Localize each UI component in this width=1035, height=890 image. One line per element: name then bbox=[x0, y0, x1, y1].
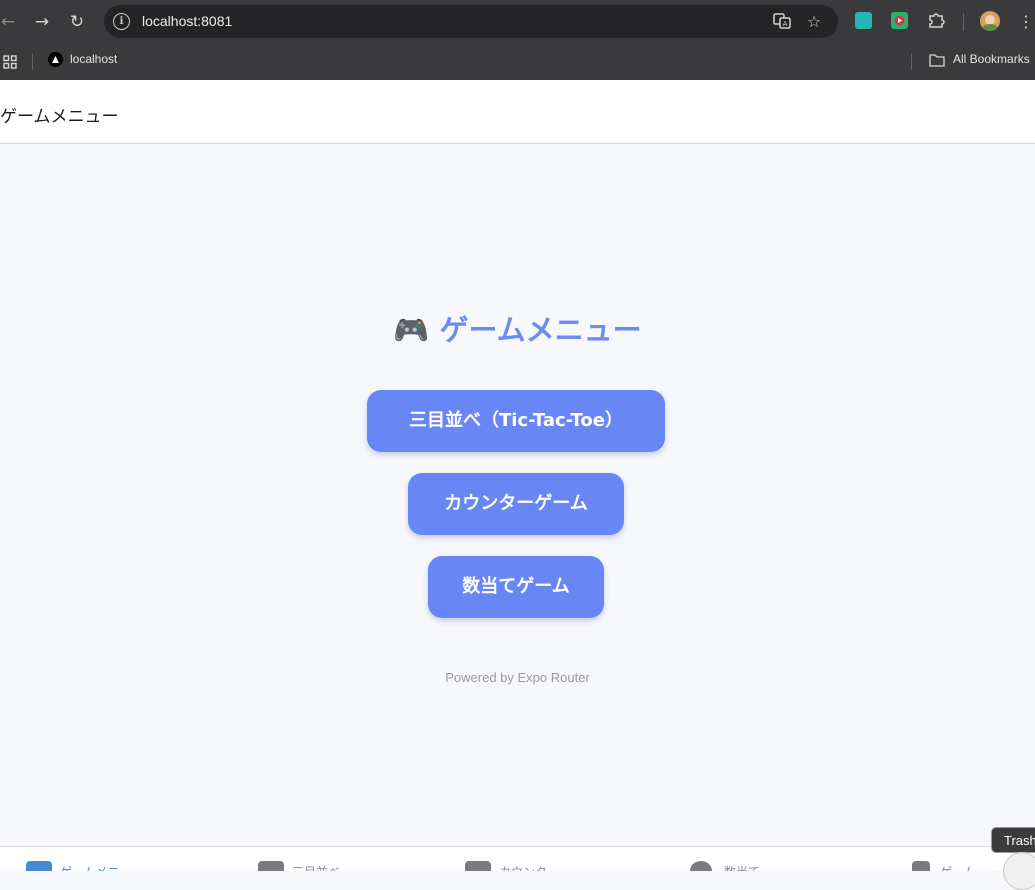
tic-tac-toe-button[interactable]: 三目並べ（Tic-Tac-Toe） bbox=[367, 390, 665, 452]
video-extension-icon[interactable] bbox=[891, 12, 908, 29]
toolbar-divider bbox=[963, 13, 964, 31]
svg-text:A: A bbox=[783, 20, 788, 28]
more-menu-icon[interactable]: ⋮ bbox=[1014, 10, 1035, 34]
address-url[interactable]: localhost:8081 bbox=[142, 13, 232, 29]
number-guess-button[interactable]: 数当てゲーム bbox=[428, 556, 604, 618]
floating-action-button[interactable] bbox=[1003, 852, 1035, 890]
reload-icon[interactable]: ↻ bbox=[65, 10, 89, 34]
forward-arrow-icon[interactable]: → bbox=[30, 10, 54, 34]
address-bar[interactable]: i localhost:8081 A ☆ bbox=[104, 5, 838, 38]
folder-icon bbox=[929, 52, 945, 71]
bookmark-localhost[interactable]: localhost bbox=[70, 52, 117, 66]
site-info-icon[interactable]: i bbox=[113, 13, 130, 30]
powered-by-text: Powered by Expo Router bbox=[445, 670, 590, 685]
extensions-puzzle-icon[interactable] bbox=[926, 11, 946, 31]
header-title: ゲームメニュー bbox=[0, 107, 119, 127]
browser-toolbar: ← → ↻ i localhost:8081 A ☆ ⋮ bbox=[0, 0, 1035, 44]
bottom-tab-bar: ゲームメニ 三目並べ カウンタ 数当て ゲーム bbox=[0, 846, 1035, 871]
bookmarks-divider-right bbox=[911, 53, 912, 69]
profile-avatar[interactable] bbox=[980, 11, 1000, 31]
all-bookmarks-link[interactable]: All Bookmarks bbox=[953, 52, 1030, 66]
bookmarks-divider bbox=[32, 53, 33, 69]
translate-extension-icon[interactable] bbox=[855, 12, 872, 29]
trash-tooltip: Trash bbox=[991, 827, 1035, 853]
bookmarks-bar: localhost All Bookmarks bbox=[0, 44, 1035, 81]
back-arrow-icon[interactable]: ← bbox=[0, 10, 20, 34]
game-controller-icon: 🎮 bbox=[393, 313, 430, 347]
expo-favicon-icon bbox=[48, 52, 63, 67]
counter-game-button[interactable]: カウンターゲーム bbox=[408, 473, 624, 535]
apps-grid-icon[interactable] bbox=[3, 54, 17, 73]
app-header: ゲームメニュー bbox=[0, 80, 1035, 144]
bookmark-star-icon[interactable]: ☆ bbox=[804, 12, 824, 32]
translate-icon[interactable]: A bbox=[772, 12, 792, 32]
page-title: 🎮 ゲームメニュー bbox=[0, 307, 1035, 349]
page-title-text: ゲームメニュー bbox=[439, 313, 642, 347]
